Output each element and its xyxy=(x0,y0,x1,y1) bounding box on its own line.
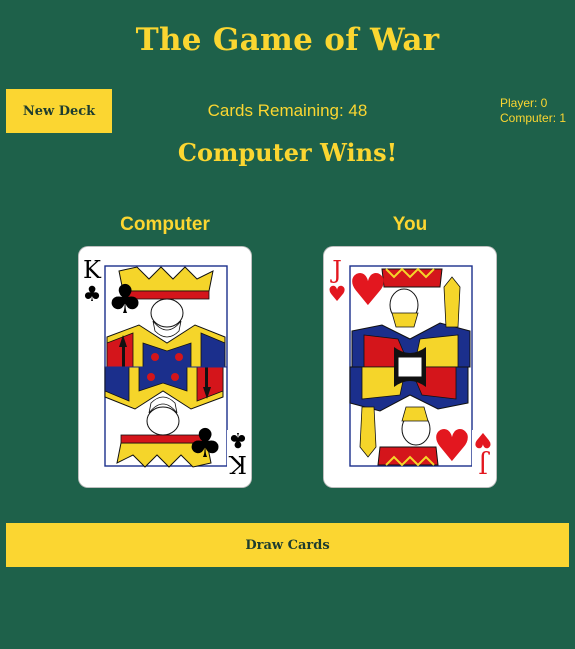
player-card: ♥ ♥ J ♥ J ♥ xyxy=(324,247,496,487)
club-large-pip-top: ♣ xyxy=(107,277,143,323)
game-title: The Game of War xyxy=(135,22,440,58)
cards-remaining: Cards Remaining: 48 xyxy=(207,101,368,120)
player-score: Player: 0 xyxy=(500,96,548,110)
draw-cards-button[interactable]: Draw Cards xyxy=(6,523,569,567)
heart-large-pip-top: ♥ xyxy=(348,265,387,316)
you-label: You xyxy=(392,214,428,235)
round-result: Computer Wins! xyxy=(177,138,398,167)
club-large-pip-bottom: ♣ xyxy=(187,421,223,467)
heart-icon: ♥ xyxy=(328,282,347,306)
computer-label: Computer xyxy=(120,214,210,235)
club-icon: ♣ xyxy=(83,282,102,306)
card-rank-top: K xyxy=(83,256,102,284)
heart-large-pip-bottom: ♥ xyxy=(432,421,471,472)
computer-score: Computer: 1 xyxy=(500,111,567,125)
scoreboard: Player: 0 Computer: 1 xyxy=(500,96,566,126)
heart-icon: ♥ xyxy=(474,428,493,452)
computer-card: ♣ ♣ K ♣ K ♣ xyxy=(79,247,251,487)
card-rank-bottom: K xyxy=(228,450,247,478)
club-icon: ♣ xyxy=(229,428,248,452)
